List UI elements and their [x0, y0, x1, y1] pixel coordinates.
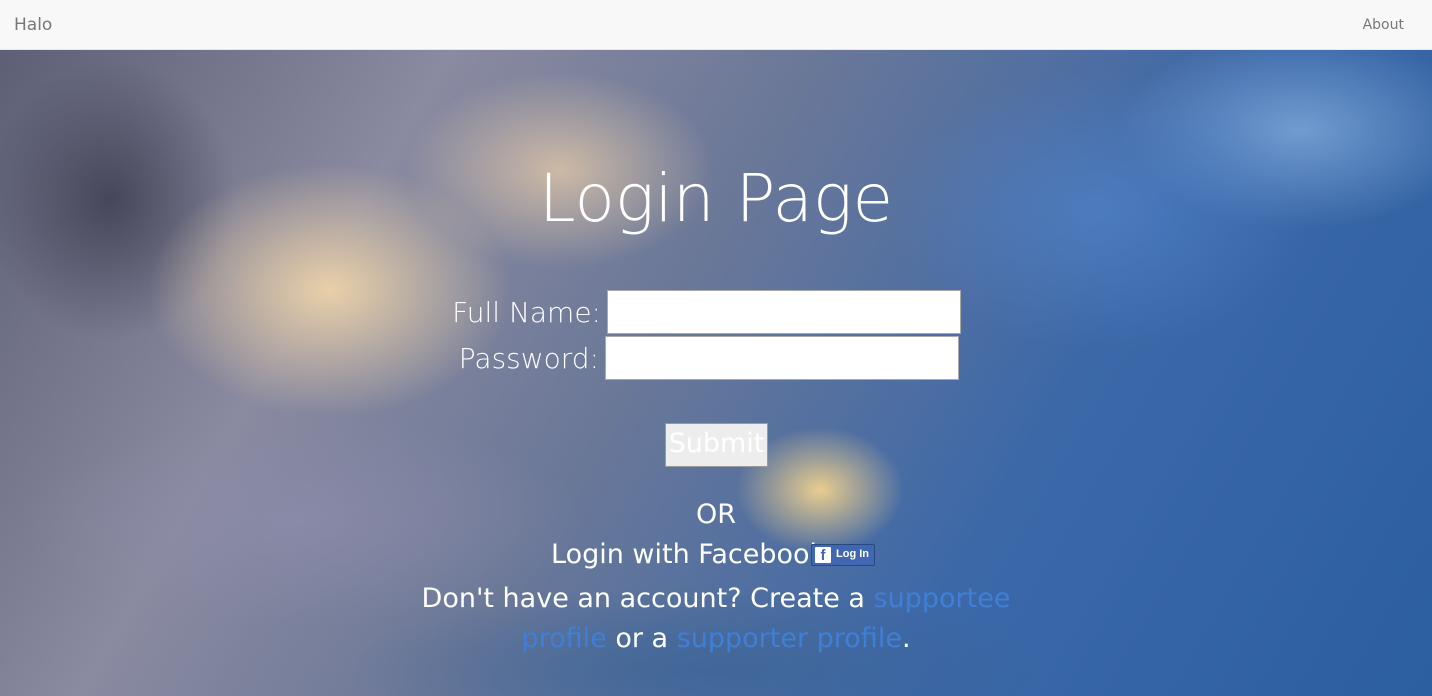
facebook-button-label: Log In — [836, 548, 869, 560]
signup-suffix: . — [901, 623, 911, 654]
signup-middle: or a — [606, 623, 677, 654]
about-link[interactable]: About — [1363, 17, 1404, 33]
or-divider-text: OR — [695, 499, 736, 530]
page-title: Login Page — [538, 160, 894, 237]
brand-link[interactable]: Halo — [14, 15, 52, 35]
password-input[interactable] — [605, 336, 959, 380]
full-name-input[interactable] — [607, 290, 961, 334]
top-navbar: Halo About — [0, 0, 1432, 50]
full-name-row: Full Name: — [0, 290, 1432, 336]
password-row: Password: — [0, 336, 1432, 382]
facebook-f-icon: f — [815, 547, 831, 564]
full-name-label: Full Name: — [452, 296, 601, 329]
facebook-login-button[interactable]: f Log In — [811, 544, 875, 566]
signup-prompt: Don't have an account? Create a supporte… — [380, 579, 1052, 659]
facebook-login-prompt: Login with Facebook: — [551, 539, 835, 570]
submit-button[interactable]: Submit — [665, 423, 768, 467]
signup-prefix: Don't have an account? Create a — [421, 583, 874, 614]
password-label: Password: — [458, 342, 599, 375]
supporter-profile-link[interactable]: supporter profile — [677, 623, 902, 654]
